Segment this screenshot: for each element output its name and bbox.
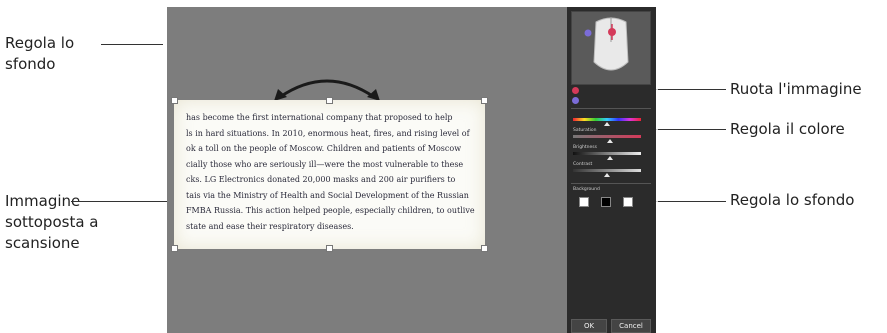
resize-handle-bottom-right[interactable] — [481, 245, 488, 252]
panel-divider — [571, 108, 651, 109]
image-canvas[interactable]: has become the first international compa… — [167, 7, 567, 333]
callout-background-right-text: Regola lo sfondo — [730, 191, 855, 209]
ok-button[interactable]: OK — [571, 319, 607, 333]
resize-handle-top-right[interactable] — [481, 97, 488, 104]
contrast-slider[interactable] — [573, 169, 641, 172]
saturation-slider[interactable] — [573, 135, 641, 138]
resize-handle-bottom[interactable] — [326, 245, 333, 252]
document-line: has become the first international compa… — [186, 113, 453, 122]
scan-mode-button-a[interactable] — [572, 87, 579, 94]
brightness-slider[interactable] — [573, 152, 641, 155]
cancel-button[interactable]: Cancel — [611, 319, 651, 333]
callout-background-left-text: Regola lo sfondo — [5, 34, 75, 73]
document-line: state and ease their respiratory disease… — [186, 221, 354, 231]
document-text: has become the first international compa… — [186, 110, 482, 234]
background-black-swatch[interactable] — [601, 197, 611, 207]
document-line: tais via the Ministry of Health and Soci… — [186, 190, 469, 200]
document-line: cially those who are seriously ill—were … — [186, 159, 464, 169]
contrast-slider-thumb[interactable] — [604, 173, 610, 177]
leader-line — [658, 201, 726, 202]
brightness-slider-thumb[interactable] — [607, 156, 614, 160]
callout-rotate-text: Ruota l'immagine — [730, 80, 862, 98]
mouse-icon — [584, 17, 629, 71]
document-line: ls in hard situations. In 2010, enormous… — [186, 128, 470, 138]
callout-rotate: Ruota l'immagine — [730, 79, 887, 100]
resize-handle-top[interactable] — [326, 97, 333, 104]
document-line: FMBA Russia. This action helped people, … — [186, 206, 475, 215]
document-line: cks. LG Electronics donated 20,000 masks… — [186, 175, 456, 184]
color-slider[interactable] — [573, 118, 641, 121]
background-white-swatch[interactable] — [623, 197, 633, 207]
control-panel: Saturation Brightness Contrast Backgroun… — [567, 7, 656, 333]
callout-background-left: Regola lo sfondo — [5, 33, 95, 75]
scanner-app-window: has become the first international compa… — [167, 7, 656, 333]
resize-handle-top-left[interactable] — [171, 97, 178, 104]
resize-handle-bottom-left[interactable] — [171, 245, 178, 252]
callout-background-right: Regola lo sfondo — [730, 190, 887, 211]
document-line: ok a toll on the people of Moscow. Child… — [186, 144, 462, 153]
color-slider-thumb[interactable] — [604, 122, 610, 126]
leader-line — [101, 44, 163, 45]
callout-color-text: Regola il colore — [730, 120, 845, 138]
leader-line — [658, 129, 726, 130]
background-white-swatch[interactable] — [579, 197, 589, 207]
panel-divider — [571, 183, 651, 184]
contrast-label: Contrast — [573, 162, 593, 167]
saturation-label: Saturation — [573, 128, 597, 133]
brightness-label: Brightness — [573, 145, 597, 150]
leader-line — [658, 89, 726, 90]
scanned-document[interactable]: has become the first international compa… — [171, 97, 488, 252]
background-label: Background — [573, 187, 600, 192]
scan-mode-button-b[interactable] — [572, 97, 579, 104]
callout-color: Regola il colore — [730, 119, 887, 140]
mouse-preview — [571, 11, 651, 85]
saturation-slider-thumb[interactable] — [607, 139, 614, 143]
leader-line — [71, 201, 167, 202]
